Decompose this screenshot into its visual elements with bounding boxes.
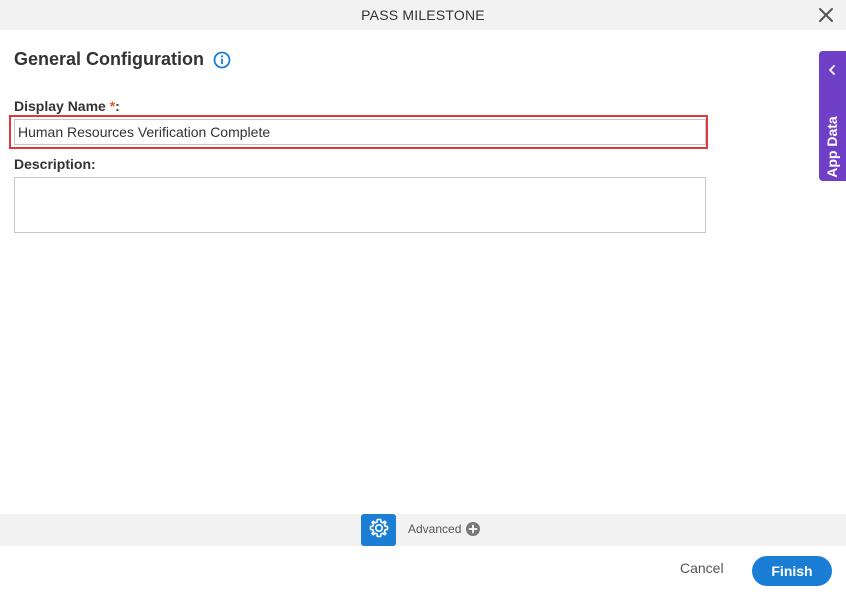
gear-button[interactable] (361, 514, 396, 546)
cancel-button[interactable]: Cancel (680, 560, 724, 576)
display-name-label-text: Display Name (14, 98, 110, 114)
description-label: Description: (14, 156, 96, 172)
chevron-left-icon (826, 63, 838, 75)
gear-icon (368, 517, 390, 544)
advanced-label: Advanced (408, 522, 462, 536)
plus-circle-icon (466, 522, 481, 536)
advanced-bar: Advanced (0, 514, 846, 546)
app-data-tab[interactable]: App Data (819, 51, 846, 181)
advanced-toggle[interactable]: Advanced (408, 522, 481, 536)
display-name-label: Display Name *: (14, 98, 120, 114)
app-data-label: App Data (824, 116, 840, 178)
label-suffix: : (115, 98, 120, 114)
pass-milestone-dialog: PASS MILESTONE General Configuration Dis… (0, 0, 846, 594)
info-icon[interactable] (213, 51, 231, 69)
section-header: General Configuration (14, 49, 231, 70)
dialog-footer: Cancel Finish (0, 546, 846, 594)
finish-button[interactable]: Finish (752, 556, 832, 586)
dialog-title: PASS MILESTONE (361, 7, 485, 23)
section-title: General Configuration (14, 49, 205, 69)
close-icon[interactable] (816, 5, 836, 25)
dialog-titlebar: PASS MILESTONE (0, 0, 846, 30)
display-name-input[interactable] (14, 119, 706, 145)
description-input[interactable] (14, 177, 706, 233)
